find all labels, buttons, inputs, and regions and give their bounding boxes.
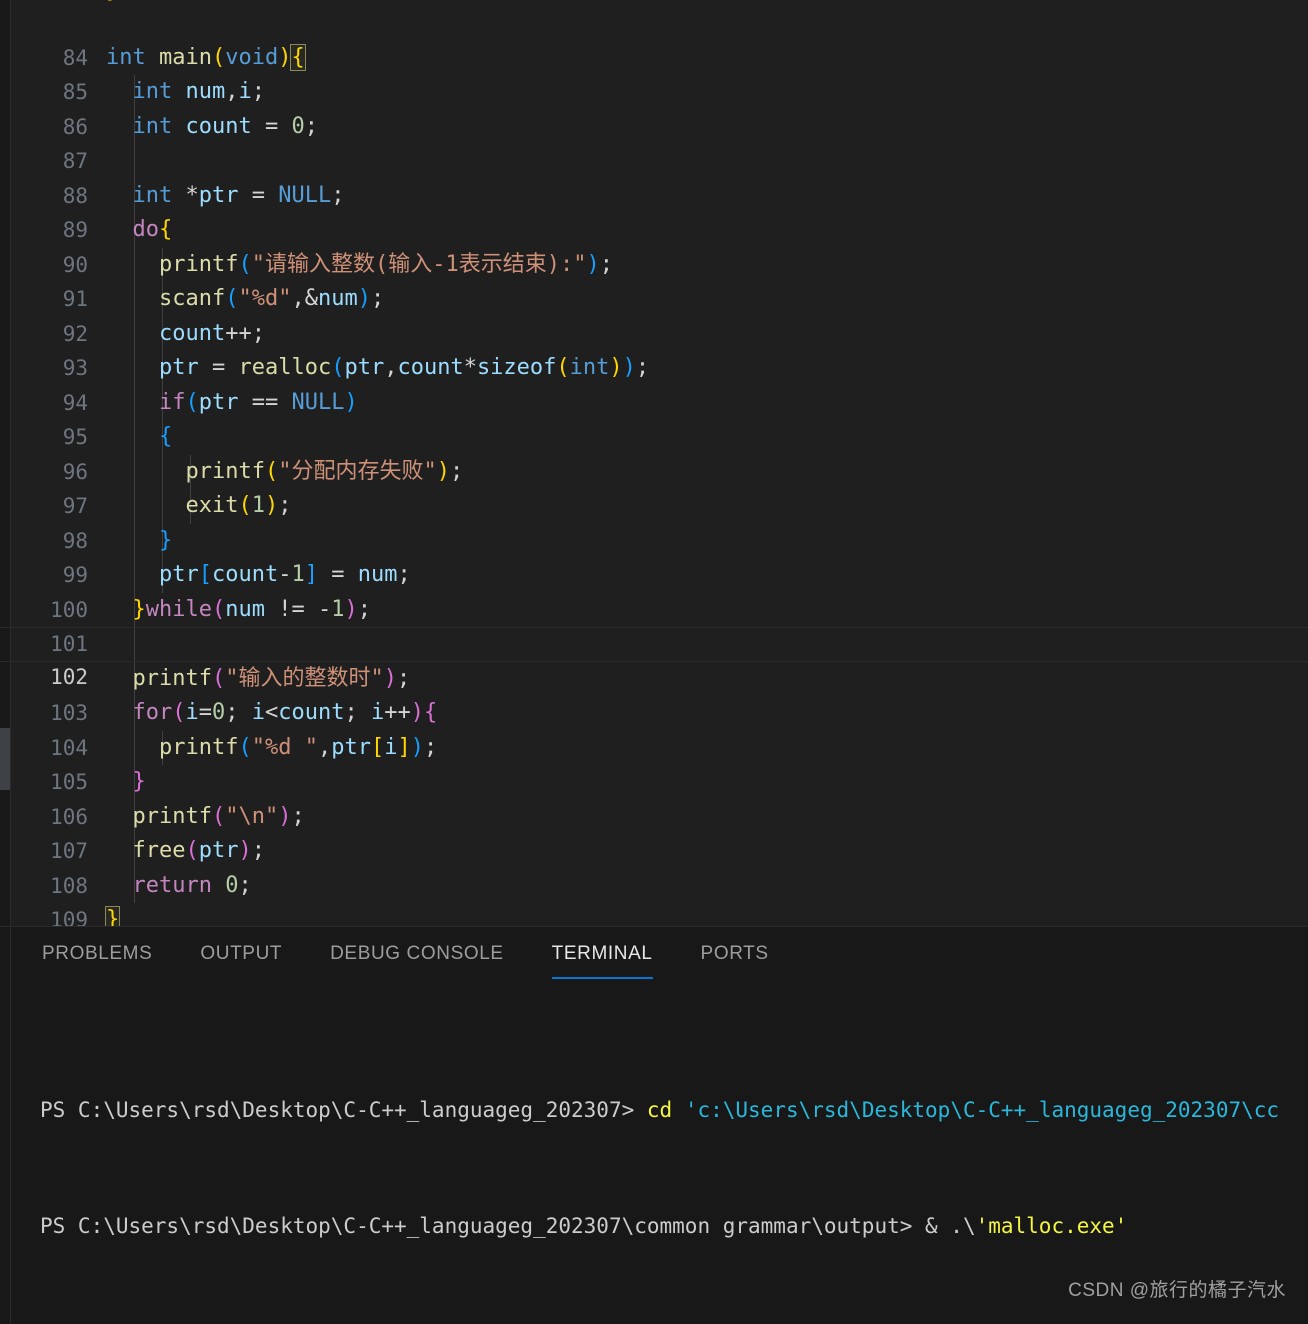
- line-content: int main(void){: [106, 43, 306, 71]
- code-line[interactable]: 87 int count = 0;: [0, 109, 1308, 173]
- code-line[interactable]: 99 }: [0, 523, 1308, 587]
- code-line[interactable]: 96 {: [0, 420, 1308, 484]
- line-content: }: [104, 903, 121, 926]
- terminal-prompt: PS C:\Users\rsd\Desktop\C-C++_languageg_…: [40, 1098, 647, 1122]
- code-line-current[interactable]: 102: [0, 627, 1308, 689]
- tab-problems[interactable]: PROBLEMS: [42, 943, 152, 969]
- code-editor[interactable]: } 84 85 int main(void){ 86 int num,i; 87…: [0, 0, 1308, 926]
- line-content: printf("\n");: [132, 803, 305, 829]
- line-content: free(ptr);: [132, 838, 265, 863]
- terminal-prompt: PS C:\Users\rsd\Desktop\C-C++_languageg_…: [40, 1214, 976, 1238]
- code-line[interactable]: 110 }: [0, 903, 1308, 926]
- tab-output[interactable]: OUTPUT: [200, 943, 282, 969]
- code-line[interactable]: 95 if(ptr == NULL): [0, 385, 1308, 449]
- code-line[interactable]: 85 int main(void){: [0, 41, 1308, 104]
- tab-ports[interactable]: PORTS: [701, 943, 769, 969]
- line-content: do{: [132, 217, 173, 242]
- code-line[interactable]: 84: [0, 6, 1308, 70]
- line-content: int *ptr = NULL;: [132, 182, 345, 208]
- code-line[interactable]: 97 printf("分配内存失败");: [0, 454, 1308, 518]
- code-line[interactable]: 94 ptr = realloc(ptr,count*sizeof(int));: [0, 351, 1308, 415]
- code-lines-container[interactable]: 84 85 int main(void){ 86 int num,i; 87 i…: [0, 6, 1308, 926]
- line-content: ptr = realloc(ptr,count*sizeof(int));: [158, 355, 650, 380]
- code-line[interactable]: 98 exit(1);: [0, 489, 1308, 553]
- line-content: printf("请输入整数(输入-1表示结束):");: [158, 251, 613, 277]
- line-content: int count = 0;: [132, 113, 318, 139]
- terminal-line: PS C:\Users\rsd\Desktop\C-C++_languageg_…: [40, 1212, 1308, 1241]
- code-line[interactable]: 86 int num,i;: [0, 75, 1308, 139]
- terminal-line: PS C:\Users\rsd\Desktop\C-C++_languageg_…: [40, 1096, 1308, 1125]
- line-content: }: [132, 769, 146, 794]
- indent-guide: [134, 628, 135, 661]
- line-content: printf("分配内存失败");: [185, 458, 464, 484]
- tab-terminal[interactable]: TERMINAL: [551, 943, 653, 979]
- code-line[interactable]: 106 }: [0, 765, 1308, 829]
- terminal-argument: 'c:\Users\rsd\Desktop\C-C++_languageg_20…: [684, 1098, 1280, 1122]
- line-content: scanf("%d",&num);: [158, 286, 385, 311]
- line-content: count++;: [158, 320, 265, 346]
- panel-tab-bar[interactable]: PROBLEMS OUTPUT DEBUG CONSOLE TERMINAL P…: [10, 927, 817, 985]
- code-line[interactable]: 89 int *ptr = NULL;: [0, 178, 1308, 242]
- code-line[interactable]: 92 scanf("%d",&num);: [0, 282, 1308, 346]
- csdn-watermark: CSDN @旅行的橘子汽水: [1068, 1280, 1286, 1301]
- line-content: return 0;: [132, 872, 252, 898]
- code-line[interactable]: 109 return 0;: [0, 868, 1308, 926]
- code-line[interactable]: 108 free(ptr);: [0, 834, 1308, 898]
- line-content: }: [158, 527, 173, 553]
- terminal-argument: 'malloc.exe': [975, 1214, 1128, 1238]
- line-content: ptr[count-1] = num;: [158, 562, 411, 587]
- code-line[interactable]: 101 }while(num != -1);: [0, 592, 1308, 656]
- code-line[interactable]: 93 count++;: [0, 316, 1308, 380]
- terminal-command: cd: [646, 1098, 685, 1122]
- code-line[interactable]: 104 for(i=0; i<count; i++){: [0, 696, 1308, 760]
- code-line[interactable]: 88: [0, 144, 1308, 208]
- code-line[interactable]: 103 printf("输入的整数时");: [0, 661, 1308, 725]
- line-content: int num,i;: [132, 79, 266, 104]
- code-line[interactable]: 90 do{: [0, 213, 1308, 277]
- code-line[interactable]: 100 ptr[count-1] = num;: [0, 558, 1308, 622]
- line-content: {: [158, 424, 173, 449]
- line-content: exit(1);: [185, 493, 292, 518]
- bottom-panel[interactable]: PROBLEMS OUTPUT DEBUG CONSOLE TERMINAL P…: [0, 926, 1308, 1324]
- line-content: printf("输入的整数时");: [132, 665, 411, 691]
- indent-guide: [134, 144, 135, 179]
- line-content: for(i=0; i<count; i++){: [132, 700, 438, 725]
- line-content: printf("%d ",ptr[i]);: [158, 734, 438, 760]
- line-content: }while(num != -1);: [132, 596, 371, 622]
- code-line[interactable]: 105 printf("%d ",ptr[i]);: [0, 730, 1308, 794]
- code-line[interactable]: 107 printf("\n");: [0, 799, 1308, 863]
- terminal-output[interactable]: PS C:\Users\rsd\Desktop\C-C++_languageg_…: [10, 985, 1308, 1324]
- line-content: if(ptr == NULL): [158, 389, 358, 415]
- tab-debug-console[interactable]: DEBUG CONSOLE: [330, 943, 504, 969]
- code-line[interactable]: 91 printf("请输入整数(输入-1表示结束):");: [0, 247, 1308, 311]
